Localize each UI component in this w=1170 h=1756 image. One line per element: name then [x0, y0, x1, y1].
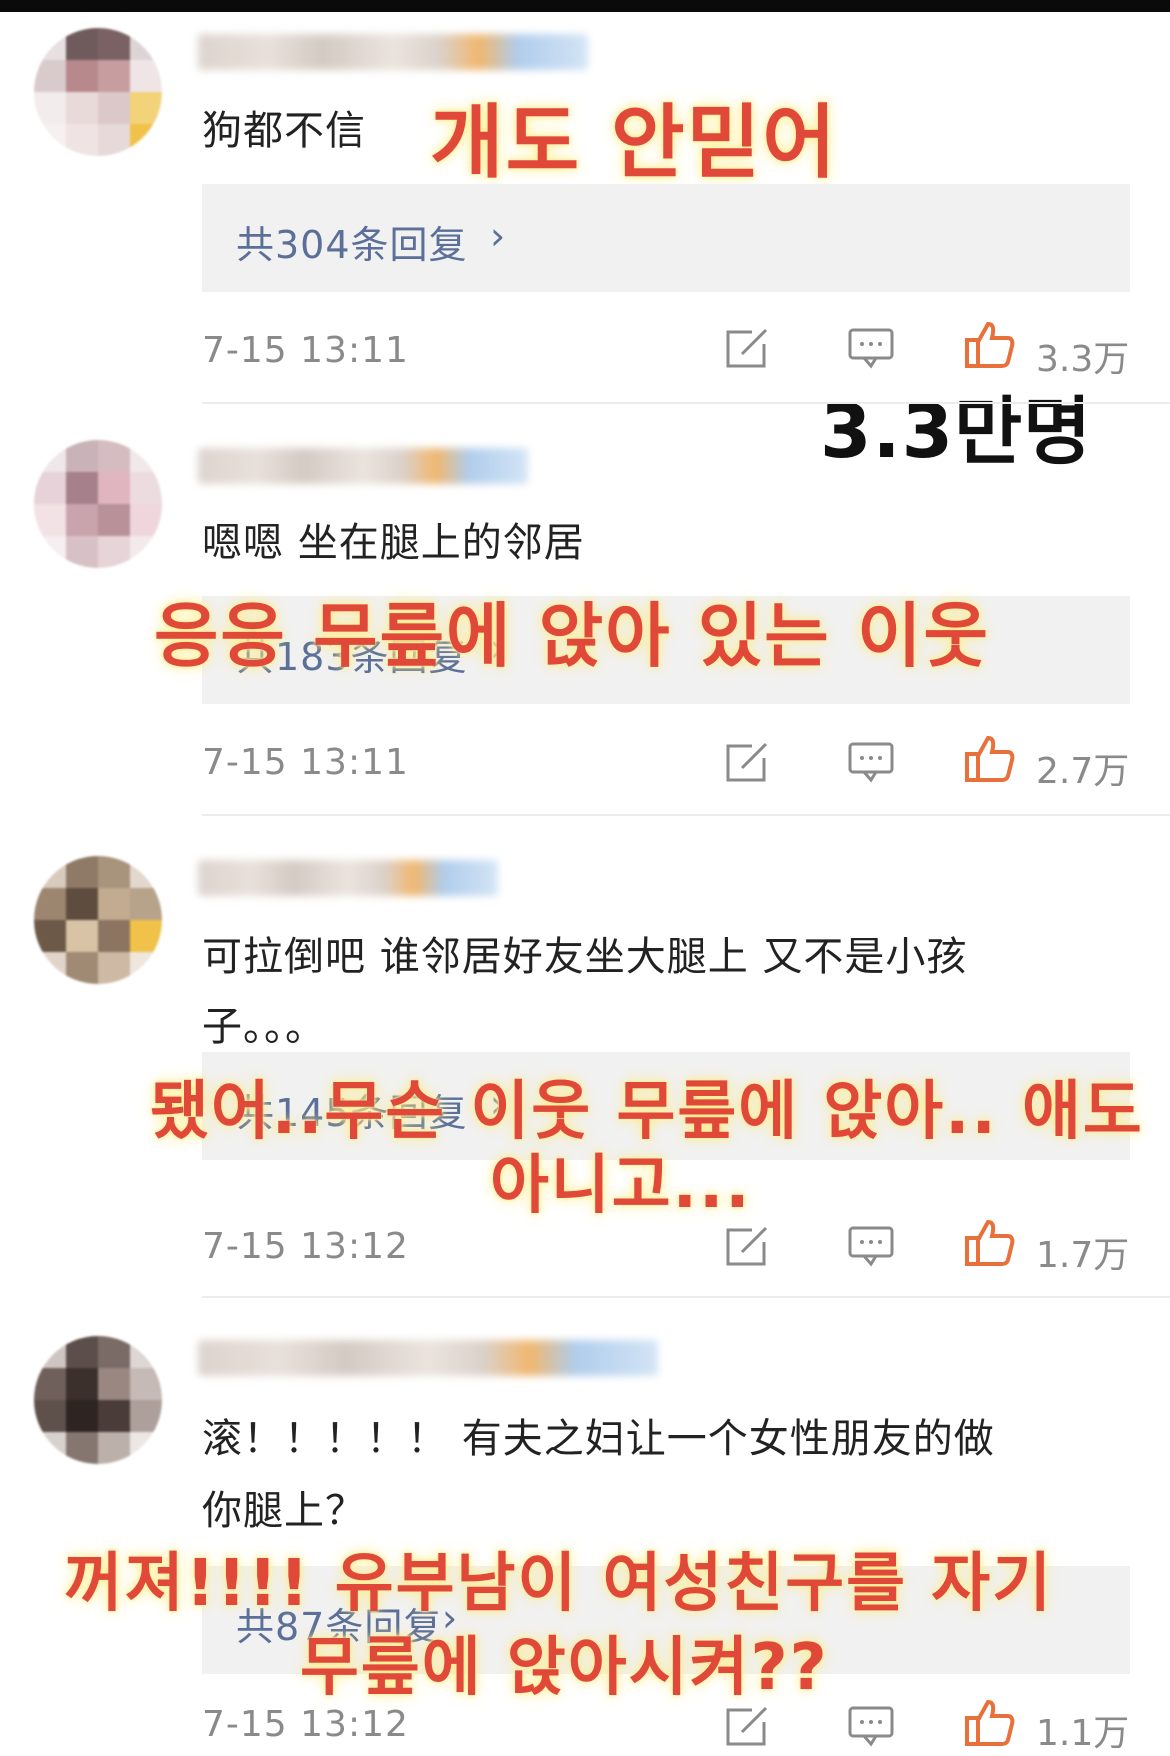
translation-overlay-line2: 무릎에 앉아시켜?? — [300, 1631, 829, 1705]
status-bar — [0, 0, 1170, 12]
divider — [202, 1296, 1170, 1298]
comment-text: 滚！！！！！ 有夫之妇让一个女性朋友的做 — [202, 1416, 995, 1462]
likes-annotation: 3.3만명 — [820, 389, 1093, 475]
timestamp: 7-15 13:12 — [202, 1704, 409, 1745]
timestamp: 7-15 13:12 — [202, 1226, 409, 1267]
reply-thread-box[interactable]: 共304条回复 › — [202, 184, 1130, 292]
username-blurred[interactable] — [198, 1340, 658, 1376]
comment-text-line2: 子。。。 — [202, 1004, 326, 1050]
translation-overlay: 개도 안믿어 — [430, 96, 838, 189]
comment-icon[interactable] — [846, 1224, 896, 1268]
avatar[interactable] — [34, 856, 162, 984]
avatar[interactable] — [34, 440, 162, 568]
chevron-right-icon: › — [490, 214, 506, 258]
edit-icon[interactable] — [722, 1224, 772, 1268]
comment-text: 嗯嗯 坐在腿上的邻居 — [202, 520, 585, 566]
like-thumb-icon[interactable] — [964, 1698, 1015, 1746]
translation-overlay: 꺼져!!!! 유부남이 여성친구를 자기 — [64, 1547, 1054, 1621]
like-count: 2.7万 — [1036, 751, 1130, 792]
timestamp: 7-15 13:11 — [202, 742, 409, 783]
translation-overlay: 응응 무릎에 앉아 있는 이웃 — [154, 595, 990, 677]
username-blurred[interactable] — [198, 448, 528, 484]
like-thumb-icon[interactable] — [964, 1218, 1015, 1266]
comment-icon[interactable] — [846, 740, 896, 784]
divider — [202, 814, 1170, 816]
translation-overlay-line2: 아니고... — [490, 1149, 752, 1223]
comment-icon[interactable] — [846, 1704, 896, 1748]
like-thumb-icon[interactable] — [964, 320, 1015, 368]
username-blurred[interactable] — [198, 860, 498, 896]
username-blurred[interactable] — [198, 34, 588, 70]
reply-count-link[interactable]: 共304条回复 — [236, 214, 468, 269]
avatar[interactable] — [34, 1336, 162, 1464]
like-thumb-icon[interactable] — [964, 734, 1015, 782]
comment-text: 可拉倒吧 谁邻居好友坐大腿上 又不是小孩 — [202, 934, 968, 980]
comment-icon[interactable] — [846, 326, 896, 370]
edit-icon[interactable] — [722, 326, 772, 370]
timestamp: 7-15 13:11 — [202, 330, 409, 371]
edit-icon[interactable] — [722, 1704, 772, 1748]
edit-icon[interactable] — [722, 740, 772, 784]
like-count: 1.7万 — [1036, 1235, 1130, 1276]
divider — [202, 402, 1170, 404]
like-count: 1.1万 — [1036, 1713, 1130, 1754]
avatar[interactable] — [34, 28, 162, 156]
